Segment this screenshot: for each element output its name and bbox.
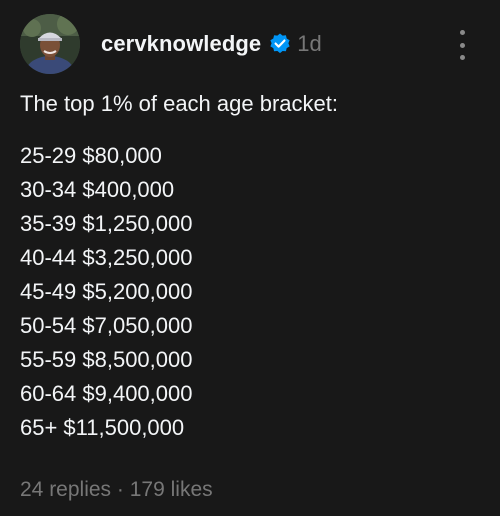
verified-badge-icon <box>268 32 292 56</box>
list-item: 60-64 $9,400,000 <box>20 381 193 406</box>
more-dot <box>459 30 465 35</box>
list-item: 40-44 $3,250,000 <box>20 245 193 270</box>
post-timestamp: 1d <box>297 31 322 56</box>
replies-count[interactable]: 24 replies <box>20 478 111 501</box>
list-item: 45-49 $5,200,000 <box>20 279 193 304</box>
thread-post: cervknowledge 1d The top 1% of each age … <box>0 0 500 516</box>
more-options-icon[interactable] <box>452 30 472 60</box>
username[interactable]: cervknowledge <box>101 31 261 57</box>
stats-separator: · <box>116 478 124 501</box>
likes-count[interactable]: 179 likes <box>130 478 213 501</box>
list-item: 65+ $11,500,000 <box>20 415 185 440</box>
post-stats: 24 replies · 179 likes <box>20 478 213 502</box>
more-dot <box>459 42 465 48</box>
post-header: cervknowledge 1d <box>101 28 322 60</box>
age-bracket-list: 25-29 $80,000 30-34 $400,000 35-39 $1,25… <box>20 139 193 445</box>
avatar[interactable] <box>20 14 80 74</box>
list-item: 30-34 $400,000 <box>20 177 175 202</box>
list-item: 25-29 $80,000 <box>20 143 162 168</box>
list-item: 50-54 $7,050,000 <box>20 313 193 338</box>
avatar-photo-icon <box>20 14 80 74</box>
list-item: 35-39 $1,250,000 <box>20 211 193 236</box>
list-item: 55-59 $8,500,000 <box>20 347 193 372</box>
more-dot <box>459 55 465 60</box>
post-intro-text: The top 1% of each age bracket: <box>20 91 338 116</box>
